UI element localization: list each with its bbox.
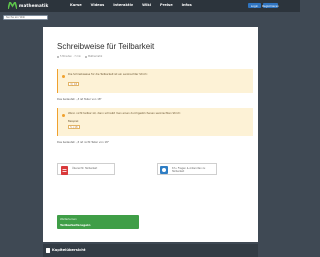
article-meta: 5 Minuten · 7 min Mathematik [57, 55, 102, 58]
search-input[interactable]: Suche ein Wiki [3, 15, 48, 20]
hint-extra: Beispiel: [68, 120, 80, 123]
login-button[interactable]: Login [248, 3, 261, 8]
nav-item-kurse[interactable]: Kurse [70, 3, 82, 7]
meta-author-text: Mathematik [88, 55, 103, 58]
chapter-title: Kapitelübersicht [52, 248, 86, 252]
lightbulb-icon [62, 114, 65, 117]
next-lesson-button[interactable]: Weiterlernen Teilbarkeitsregeln [57, 215, 139, 229]
hint-example: 3 | 18 [68, 82, 80, 86]
hint-caption-2: Das bedeutet: „5 ist nicht Teiler von 18… [57, 141, 109, 144]
nav-item-videos[interactable]: Videos [91, 3, 105, 7]
resource-label: 67+ Fragen & Antworten zu Teilbarkeit [172, 167, 206, 173]
register-button[interactable]: Registrieren [262, 3, 279, 8]
hint-caption-1: Das bedeutet: „3 ist Teiler von 18" [57, 98, 102, 101]
lightbulb-icon [62, 75, 65, 78]
hint-box-1: Die Schreibweise für die Teilbarkeit ist… [57, 69, 253, 93]
author-icon [85, 55, 88, 58]
nav-item-wiki[interactable]: Wiki [142, 3, 151, 7]
main-nav: Kurse Videos Interaktiv Wiki Preise Info… [70, 3, 201, 7]
page-title: Schreibweise für Teilbarkeit [57, 42, 155, 51]
hint-text: Die Schreibweise für die Teilbarkeit ist… [68, 73, 148, 76]
hint-box-2: Wenn nicht teilbar ist, dann schreibt ma… [57, 108, 253, 136]
book-icon [46, 248, 50, 253]
nav-item-interaktiv[interactable]: Interaktiv [113, 3, 133, 7]
quiz-icon [159, 165, 169, 175]
hint-example: 5 ∤ 18 [68, 125, 80, 129]
nav-item-infos[interactable]: Infos [182, 3, 192, 7]
resource-pdf[interactable]: Übersicht: Teilbarkeit [57, 163, 115, 175]
clock-icon [57, 55, 59, 58]
next-lesson-kicker: Weiterlernen [60, 218, 77, 221]
logo-icon [8, 2, 17, 9]
meta-date: 5 Minuten · 7 min [57, 55, 81, 58]
meta-author: Mathematik [85, 55, 102, 58]
brand-logo[interactable]: mathematik [8, 2, 48, 9]
next-lesson-title: Teilbarkeitsregeln [60, 223, 91, 227]
pdf-icon [59, 165, 69, 175]
brand-name: mathematik [19, 3, 49, 8]
nav-item-preise[interactable]: Preise [160, 3, 173, 7]
resource-label: Übersicht: Teilbarkeit [72, 167, 98, 170]
resource-quiz[interactable]: 67+ Fragen & Antworten zu Teilbarkeit [157, 163, 217, 175]
meta-date-text: 5 Minuten · 7 min [60, 55, 82, 58]
hint-text: Wenn nicht teilbar ist, dann schreibt ma… [68, 112, 181, 115]
article-card: Schreibweise für Teilbarkeit 5 Minuten ·… [43, 27, 258, 242]
chapter-overview[interactable]: Kapitelübersicht [43, 244, 258, 257]
top-navigation-bar: mathematik Kurse Videos Interaktiv Wiki … [0, 0, 300, 12]
